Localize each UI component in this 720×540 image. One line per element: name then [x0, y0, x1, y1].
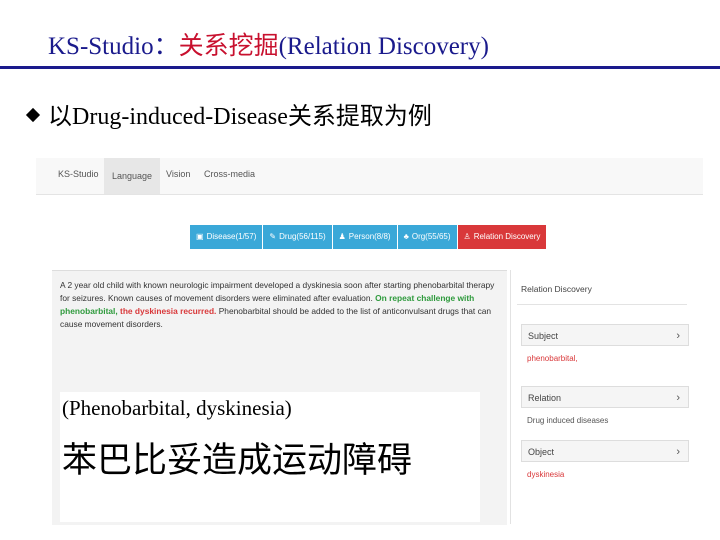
- diamond-bullet-icon: [25, 107, 41, 123]
- slide-title-paren: (Relation Discovery): [278, 33, 489, 60]
- subject-field[interactable]: Subject ›: [521, 324, 689, 346]
- bullet-text: 以Drug-induced-Disease关系提取为例: [48, 104, 432, 130]
- nav-cross-media[interactable]: Cross-media: [204, 169, 255, 179]
- relation-icon: ♙: [463, 232, 471, 241]
- relation-value: Drug induced diseases: [527, 416, 609, 425]
- relation-label: Relation: [528, 393, 562, 403]
- drug-icon: ✎: [269, 232, 277, 241]
- navbar: KS-Studio Language Vision Cross-media: [36, 158, 703, 195]
- slide-title-en: KS-Studio：: [48, 33, 179, 60]
- object-label: Object: [528, 447, 555, 457]
- chevron-right-icon: ›: [676, 446, 680, 458]
- relation-field[interactable]: Relation ›: [521, 386, 689, 408]
- tag-org-label: Org(55/65): [411, 232, 451, 241]
- relation-panel-title: Relation Discovery: [521, 284, 592, 294]
- object-value: dyskinesia: [527, 470, 565, 479]
- object-field[interactable]: Object ›: [521, 440, 689, 462]
- title-divider: [0, 66, 720, 69]
- highlight-disease-text: the dyskinesia recurred.: [117, 306, 217, 316]
- tag-disease-label: Disease(1/57): [206, 232, 257, 241]
- nav-language[interactable]: Language: [104, 158, 161, 194]
- panel-divider: [517, 304, 687, 305]
- tag-person-label: Person(8/8): [348, 232, 391, 241]
- tag-drug-button[interactable]: ✎ Drug(56/115): [263, 225, 333, 249]
- tag-drug-label: Drug(56/115): [279, 232, 326, 241]
- tag-person-button[interactable]: ♟ Person(8/8): [332, 225, 398, 249]
- document-text: A 2 year old child with known neurologic…: [60, 279, 500, 331]
- org-icon: ♣: [403, 232, 409, 241]
- bullet-line: 以Drug-induced-Disease关系提取为例: [25, 96, 432, 131]
- entity-tag-bar: ▣ Disease(1/57) ✎ Drug(56/115) ♟ Person(8/8…: [190, 225, 547, 249]
- overlay-relation-tuple: (Phenobarbital, dyskinesia): [62, 396, 292, 420]
- nav-vision[interactable]: Vision: [166, 169, 190, 179]
- slide-title: KS-Studio：关系挖掘(Relation Discovery): [48, 26, 489, 62]
- person-icon: ♟: [338, 232, 346, 241]
- relation-panel: Relation Discovery Subject › phenobarbita…: [510, 270, 691, 524]
- tag-disease-button[interactable]: ▣ Disease(1/57): [190, 225, 264, 249]
- subject-label: Subject: [528, 331, 559, 341]
- relation-discovery-label: Relation Discovery: [473, 232, 541, 241]
- slide-title-cn: 关系挖掘: [178, 33, 279, 60]
- disease-icon: ▣: [196, 232, 204, 241]
- chevron-right-icon: ›: [676, 330, 680, 342]
- tag-org-button[interactable]: ♣ Org(55/65): [397, 225, 458, 249]
- relation-discovery-button[interactable]: ♙ Relation Discovery: [457, 225, 547, 249]
- overlay-relation-cn: 苯巴比妥造成运动障碍: [62, 441, 413, 481]
- chevron-right-icon: ›: [676, 392, 680, 404]
- nav-brand[interactable]: KS-Studio: [58, 169, 99, 179]
- subject-value: phenobarbital,: [527, 354, 578, 363]
